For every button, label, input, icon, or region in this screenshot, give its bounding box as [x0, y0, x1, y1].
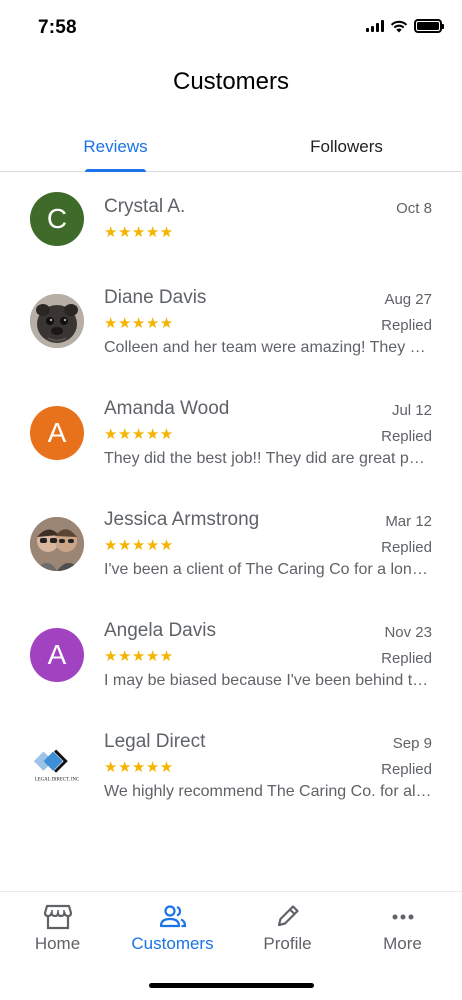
- review-date: Oct 8: [396, 200, 432, 217]
- status-icons: [366, 19, 444, 33]
- review-date: Aug 27: [384, 291, 432, 308]
- review-item[interactable]: A Amanda Wood Jul 12 ★★★★★ Replied They …: [0, 384, 462, 484]
- review-date: Mar 12: [385, 513, 432, 530]
- replied-status: Replied: [381, 539, 432, 556]
- active-tab-indicator: [85, 169, 146, 172]
- star-rating: ★★★★★: [104, 759, 174, 776]
- nav-more[interactable]: More: [345, 892, 460, 972]
- more-dots-icon: [392, 914, 413, 920]
- avatar-letter: A: [47, 417, 67, 448]
- tab-followers-label: Followers: [310, 137, 383, 156]
- pencil-icon: [277, 905, 299, 927]
- home-indicator: [149, 983, 314, 988]
- review-snippet: Colleen and her team were amazing! They …: [104, 339, 432, 356]
- tab-bar: Reviews Followers: [0, 124, 462, 172]
- review-date: Jul 12: [391, 402, 432, 419]
- reviewer-name: Amanda Wood: [104, 398, 230, 419]
- review-snippet: I may be biased because I've been behind…: [104, 672, 432, 689]
- review-item[interactable]: LEGAL DIRECT, INC Legal Direct Sep 9 ★★★…: [0, 717, 462, 817]
- review-snippet: They did the best job!! They did are gre…: [104, 450, 432, 467]
- tab-followers[interactable]: Followers: [231, 124, 462, 172]
- cellular-signal-icon: [366, 20, 384, 32]
- review-date: Nov 23: [384, 624, 432, 641]
- star-rating: ★★★★★: [104, 648, 174, 665]
- review-item[interactable]: C Crystal A. Oct 8 ★★★★★: [0, 173, 462, 273]
- star-rating: ★★★★★: [104, 426, 174, 443]
- tab-reviews-label: Reviews: [83, 137, 148, 156]
- avatar: A: [30, 628, 84, 682]
- status-bar: 7:58: [0, 0, 462, 56]
- reviewer-name: Crystal A.: [104, 196, 186, 217]
- dog-photo-icon: [30, 294, 84, 348]
- avatar: [30, 517, 84, 571]
- avatar: [30, 294, 84, 348]
- review-item[interactable]: A Angela Davis Nov 23 ★★★★★ Replied I ma…: [0, 606, 462, 706]
- legal-direct-logo: LEGAL DIRECT, INC: [32, 749, 82, 782]
- avatar-letter: C: [46, 203, 68, 234]
- reviewer-name: Angela Davis: [104, 620, 216, 641]
- status-time: 7:58: [38, 17, 77, 38]
- people-photo-icon: [30, 517, 84, 571]
- nav-profile[interactable]: Profile: [230, 892, 345, 972]
- review-snippet: I've been a client of The Caring Co for …: [104, 561, 432, 578]
- star-rating: ★★★★★: [104, 224, 174, 241]
- replied-status: Replied: [381, 650, 432, 667]
- page-title: Customers: [172, 68, 290, 95]
- nav-profile-label: Profile: [263, 934, 312, 953]
- replied-status: Replied: [381, 317, 432, 334]
- avatar: C: [30, 192, 84, 246]
- people-icon: [159, 905, 186, 928]
- nav-customers[interactable]: Customers: [115, 892, 230, 972]
- tab-reviews[interactable]: Reviews: [0, 124, 231, 172]
- battery-icon: [414, 19, 444, 33]
- avatar: LEGAL DIRECT, INC: [30, 739, 84, 793]
- star-rating: ★★★★★: [104, 537, 174, 554]
- star-rating: ★★★★★: [104, 315, 174, 332]
- review-item[interactable]: Jessica Armstrong Mar 12 ★★★★★ Replied I…: [0, 495, 462, 595]
- replied-status: Replied: [381, 428, 432, 445]
- avatar: A: [30, 406, 84, 460]
- reviewer-name: Diane Davis: [104, 287, 207, 308]
- wifi-icon: [390, 20, 408, 33]
- review-snippet: We highly recommend The Caring Co. for a…: [104, 783, 432, 800]
- storefront-icon: [43, 904, 72, 930]
- reviewer-name: Jessica Armstrong: [104, 509, 260, 530]
- review-item[interactable]: Diane Davis Aug 27 ★★★★★ Replied Colleen…: [0, 273, 462, 373]
- avatar-letter: A: [47, 639, 67, 670]
- nav-home-label: Home: [34, 934, 81, 953]
- review-date: Sep 9: [392, 735, 432, 752]
- nav-home[interactable]: Home: [0, 892, 115, 972]
- replied-status: Replied: [381, 761, 432, 778]
- nav-more-label: More: [383, 934, 422, 953]
- svg-text:LEGAL DIRECT, INC: LEGAL DIRECT, INC: [35, 777, 80, 782]
- nav-customers-label: Customers: [131, 934, 214, 953]
- reviewer-name: Legal Direct: [104, 731, 206, 752]
